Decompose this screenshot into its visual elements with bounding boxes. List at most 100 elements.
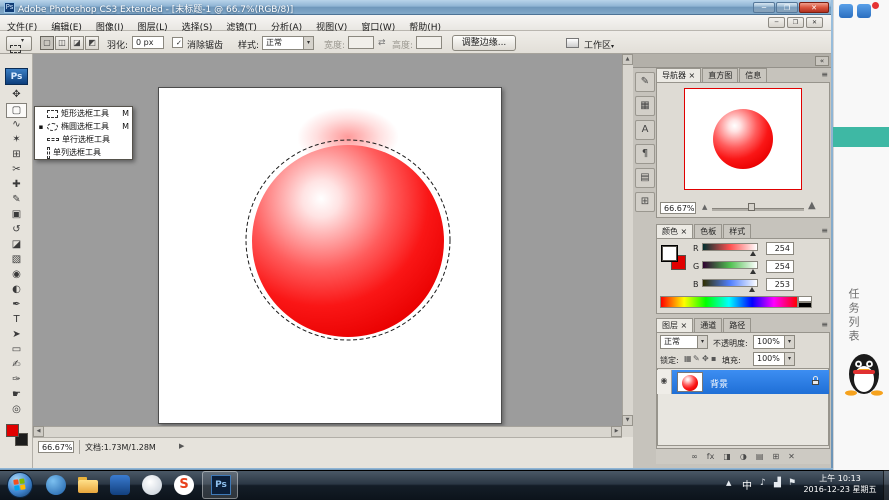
task-list-label[interactable]: 任务列表: [845, 288, 861, 344]
layer-thumbnail[interactable]: [677, 372, 703, 392]
new-group-icon[interactable]: ▤: [756, 452, 764, 461]
workspace-button[interactable]: 工作区▾: [584, 38, 614, 51]
new-selection-mode-button[interactable]: ▢: [40, 36, 54, 50]
flyout-item-single-column-marquee[interactable]: 单列选框工具: [35, 146, 132, 159]
maximize-button[interactable]: ❐: [776, 2, 798, 13]
tab-layers[interactable]: 图层 ×: [656, 318, 693, 332]
add-selection-mode-button[interactable]: ◫: [55, 36, 69, 50]
zoom-out-mountain-icon[interactable]: ▲: [702, 203, 707, 211]
color-spectrum-ramp[interactable]: [660, 296, 798, 308]
slice-tool[interactable]: ✂: [6, 163, 27, 178]
tab-styles[interactable]: 样式: [723, 224, 751, 238]
lasso-tool[interactable]: ∿: [6, 118, 27, 133]
brush-tool[interactable]: ✎: [6, 193, 27, 208]
foreground-color-swatch[interactable]: [6, 424, 19, 437]
adjustment-layer-icon[interactable]: ◑: [740, 452, 747, 461]
explorer-folder-icon[interactable]: [78, 475, 98, 495]
doc-minimize-button[interactable]: ─: [768, 17, 785, 28]
lock-all-icon[interactable]: ▪: [711, 354, 716, 363]
browser-icon[interactable]: [46, 475, 66, 495]
navigator-thumbnail[interactable]: [684, 88, 802, 190]
collapse-dock-icon[interactable]: «: [815, 56, 829, 66]
show-desktop-button[interactable]: [883, 470, 889, 500]
scroll-down-icon[interactable]: ▼: [622, 415, 633, 426]
navigator-panel-menu-icon[interactable]: ≡: [821, 70, 828, 79]
volume-icon[interactable]: ♪: [760, 478, 766, 488]
layers-panel-menu-icon[interactable]: ≡: [821, 320, 828, 329]
lock-pixels-icon[interactable]: ✎: [693, 354, 700, 363]
navigator-slider-thumb[interactable]: [748, 203, 755, 211]
red-value-input[interactable]: 254: [766, 242, 794, 255]
link-layers-icon[interactable]: ∞: [691, 452, 698, 461]
feather-input[interactable]: 0 px: [132, 36, 164, 49]
sogou-browser-icon[interactable]: S: [174, 475, 194, 495]
clone-source-panel-icon[interactable]: ▦: [635, 96, 655, 116]
marquee-tool[interactable]: ▢: [6, 103, 27, 118]
gradient-tool[interactable]: ▧: [6, 253, 27, 268]
ime-indicator[interactable]: 中: [742, 477, 752, 492]
clone-stamp-tool[interactable]: ▣: [6, 208, 27, 223]
tab-channels[interactable]: 通道: [694, 318, 722, 332]
paragraph-panel-icon[interactable]: ¶: [635, 144, 655, 164]
character-panel-icon[interactable]: A: [635, 120, 655, 140]
media-player-icon[interactable]: [110, 475, 130, 495]
scroll-left-icon[interactable]: ◀: [33, 426, 44, 437]
crop-tool[interactable]: ⊞: [6, 148, 27, 163]
layer-visibility-eye-icon[interactable]: ◉: [657, 370, 672, 394]
tab-navigator[interactable]: 导航器 ×: [656, 68, 701, 82]
navigator-zoom-input[interactable]: 66.67%: [660, 202, 696, 214]
zoom-in-mountain-icon[interactable]: ▲: [808, 200, 816, 211]
tab-info[interactable]: 信息: [739, 68, 767, 82]
layer-comps-panel-icon[interactable]: ▤: [635, 168, 655, 188]
sidebar-shortcut-icon-2[interactable]: [857, 4, 871, 18]
layer-style-icon[interactable]: fx: [707, 452, 715, 461]
titlebar[interactable]: Ps Adobe Photoshop CS3 Extended - [未标题-1…: [0, 0, 833, 15]
scroll-right-icon[interactable]: ▶: [611, 426, 622, 437]
magic-wand-tool[interactable]: ✶: [6, 133, 27, 148]
layer-name[interactable]: 背景: [710, 377, 728, 390]
blend-mode-select[interactable]: 正常▾: [660, 335, 708, 349]
doc-restore-button[interactable]: ❐: [787, 17, 804, 28]
add-layer-mask-icon[interactable]: ◨: [723, 452, 731, 461]
tab-color[interactable]: 颜色 ×: [656, 224, 693, 238]
taskbar-photoshop-button[interactable]: Ps: [202, 471, 238, 499]
lock-transparency-icon[interactable]: ▦: [684, 354, 692, 363]
action-center-icon[interactable]: ⚑: [788, 478, 796, 488]
qq-penguin-icon[interactable]: [845, 348, 883, 396]
flyout-item-rect-marquee[interactable]: 矩形选框工具 M: [35, 107, 132, 120]
new-layer-icon[interactable]: ⊞: [772, 452, 779, 461]
start-button[interactable]: [7, 472, 33, 498]
eyedropper-tool[interactable]: ✑: [6, 373, 27, 388]
eraser-tool[interactable]: ◪: [6, 238, 27, 253]
close-button[interactable]: ✕: [799, 2, 829, 13]
scroll-up-icon[interactable]: ▲: [622, 54, 633, 65]
dock-grip[interactable]: «: [633, 54, 833, 68]
app-shortcut-icon[interactable]: [142, 475, 162, 495]
red-channel-slider[interactable]: [702, 243, 758, 251]
tab-paths[interactable]: 路径: [723, 318, 751, 332]
flyout-item-ellipse-marquee[interactable]: ▪ 椭圆选框工具 M: [35, 120, 132, 133]
blue-value-input[interactable]: 253: [766, 278, 794, 291]
tab-swatches[interactable]: 色板: [694, 224, 722, 238]
blue-slider-thumb[interactable]: [749, 287, 755, 292]
zoom-level-input[interactable]: 66.67%: [38, 441, 74, 453]
height-input[interactable]: [416, 36, 442, 49]
flyout-item-single-row-marquee[interactable]: 单行选框工具: [35, 133, 132, 146]
history-brush-tool[interactable]: ↺: [6, 223, 27, 238]
width-input[interactable]: [348, 36, 374, 49]
swap-dimensions-icon[interactable]: ⇄: [378, 38, 386, 48]
healing-brush-tool[interactable]: ✚: [6, 178, 27, 193]
layer-row-background[interactable]: ◉ 背景: [657, 370, 829, 394]
refine-edge-button[interactable]: 调整边缘...: [452, 35, 516, 51]
opacity-input[interactable]: 100%▾: [753, 335, 795, 349]
dodge-tool[interactable]: ◐: [6, 283, 27, 298]
tool-presets-panel-icon[interactable]: ⊞: [635, 192, 655, 212]
tool-preset-picker[interactable]: ▾: [6, 36, 32, 51]
color-panel-foreground-swatch[interactable]: [662, 246, 677, 261]
network-icon[interactable]: ▟: [774, 478, 781, 488]
style-select[interactable]: 正常▾: [262, 36, 314, 50]
sidebar-banner[interactable]: [833, 127, 889, 147]
status-arrow-icon[interactable]: ▶: [179, 442, 184, 450]
green-channel-slider[interactable]: [702, 261, 758, 269]
subtract-selection-mode-button[interactable]: ◪: [70, 36, 84, 50]
